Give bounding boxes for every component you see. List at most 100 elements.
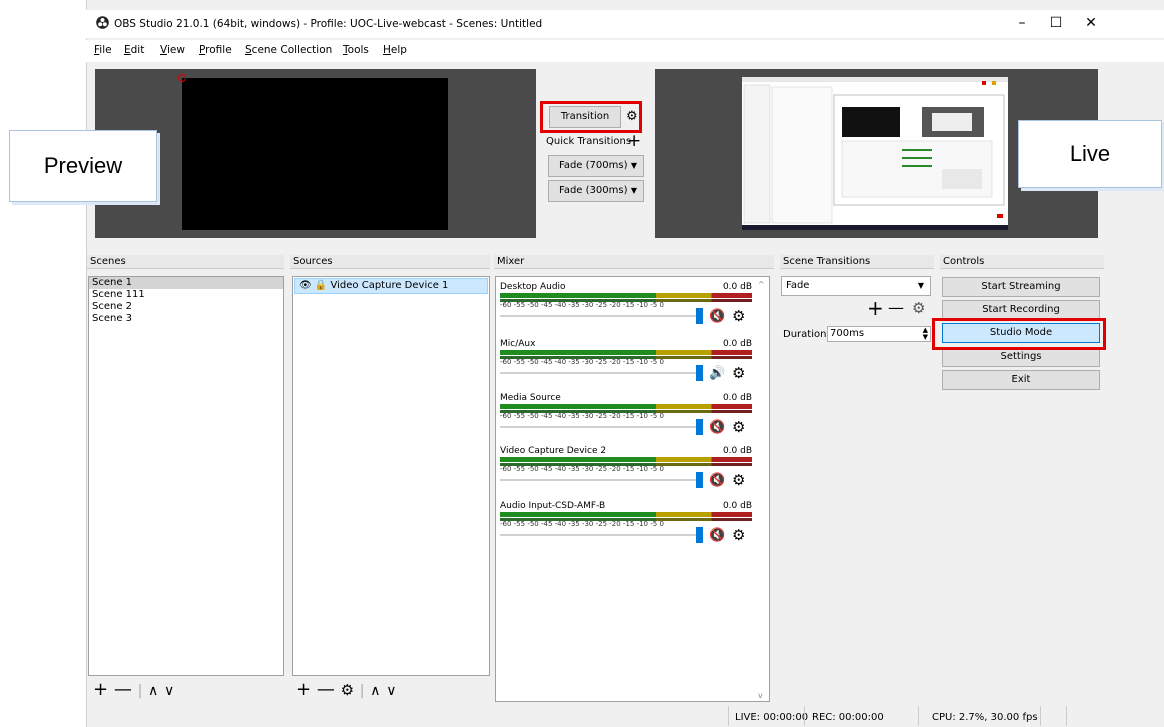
scene-item[interactable]: Scene 111 [89,289,283,301]
status-divider [804,706,805,726]
volume-slider-handle[interactable] [696,308,703,324]
menu-view[interactable]: View [160,44,185,56]
gear-icon[interactable]: ⚙ [732,471,745,489]
divider: | [359,683,365,699]
minimize-button[interactable]: – [1007,12,1037,34]
close-button[interactable]: ✕ [1076,12,1106,34]
sources-dock-title: Sources [290,255,490,269]
mixer-channel: Media Source 0.0 dB -60 -55 -50 -45 -40 … [500,393,752,443]
meter-ticks: -60 -55 -50 -45 -40 -35 -30 -25 -20 -15 … [500,520,664,528]
menu-tools[interactable]: Tools [343,44,369,56]
mixer-channel: Mic/Aux 0.0 dB -60 -55 -50 -45 -40 -35 -… [500,339,752,389]
menu-help[interactable]: Help [383,44,407,56]
duration-label: Duration [783,329,827,340]
volume-slider[interactable] [500,315,698,317]
mute-icon[interactable]: 🔇 [709,528,725,543]
volume-slider-handle[interactable] [696,419,703,435]
mixer-scrollbar[interactable]: ^ v [755,280,769,700]
lock-icon[interactable]: 🔒 [315,280,327,291]
menu-edit[interactable]: Edit [124,44,144,56]
mute-icon[interactable]: 🔇 [709,309,725,324]
live-time: LIVE: 00:00:00 [735,712,809,723]
eye-icon[interactable]: 👁 [299,280,312,291]
channel-name: Video Capture Device 2 [500,446,607,456]
channel-db: 0.0 dB [722,282,752,292]
chevron-down-icon: ▼ [917,281,924,290]
scene-item[interactable]: Scene 2 [89,301,283,313]
channel-name: Media Source [500,393,561,403]
exit-button[interactable]: Exit [942,370,1100,390]
gear-icon[interactable]: ⚙ [732,307,745,325]
chevron-up-icon[interactable]: ∧ [148,683,158,699]
transitions-dock-title: Scene Transitions [780,255,934,269]
menu-scene-collection[interactable]: Scene Collection [245,44,332,56]
plus-icon[interactable]: + [867,296,884,320]
sources-list[interactable]: 👁 🔒 Video Capture Device 1 [292,276,490,676]
volume-slider[interactable] [500,372,698,374]
scenes-toolbar: + — | ∧ ∨ [93,681,174,700]
gear-icon[interactable]: ⚙ [912,299,925,317]
channel-db: 0.0 dB [722,501,752,511]
gear-icon[interactable]: ⚙ [732,364,745,382]
settings-button[interactable]: Settings [942,347,1100,367]
quick-transition-dropdown-1[interactable]: Fade (700ms) ▼ [548,155,644,177]
menu-file[interactable]: File [94,44,112,56]
volume-meter [500,512,752,517]
quick-transition-1-label: Fade (700ms) [559,160,628,171]
gear-icon[interactable]: ⚙ [732,418,745,436]
chevron-down-icon[interactable]: ∨ [386,683,396,699]
start-recording-button[interactable]: Start Recording [942,300,1100,320]
mute-icon[interactable]: 🔇 [709,473,725,488]
quick-transition-dropdown-2[interactable]: Fade (300ms) ▼ [548,180,644,202]
plus-icon[interactable]: + [627,131,641,151]
menu-profile[interactable]: Profile [199,44,232,56]
sources-toolbar: + — ⚙ | ∧ ∨ [296,681,396,700]
mute-icon[interactable]: 🔇 [709,420,725,435]
source-handle[interactable] [178,74,186,82]
spinner-icon[interactable]: ▲ ▼ [923,327,928,341]
divider: | [137,683,143,699]
volume-slider[interactable] [500,426,698,428]
quick-transition-2-label: Fade (300ms) [559,185,628,196]
mixer-channel: Audio Input-CSD-AMF-B 0.0 dB -60 -55 -50… [500,501,752,551]
minus-icon[interactable]: — [317,679,335,700]
live-annotation: Live [1018,120,1162,188]
volume-meter [500,293,752,298]
obs-logo-icon [96,16,109,29]
chevron-down-icon[interactable]: ∨ [164,683,174,699]
maximize-button[interactable]: ☐ [1041,12,1071,34]
volume-meter [500,404,752,409]
scene-item[interactable]: Scene 1 [89,277,283,289]
chevron-down-icon[interactable]: v [758,691,763,700]
rec-time: REC: 00:00:00 [812,712,884,723]
mixer-dock-title: Mixer [494,255,774,269]
volume-slider[interactable] [500,479,698,481]
channel-db: 0.0 dB [722,339,752,349]
speaker-icon[interactable]: 🔊 [709,366,725,381]
transition-select[interactable]: Fade ▼ [781,276,931,296]
mixer-channel: Video Capture Device 2 0.0 dB -60 -55 -5… [500,446,752,496]
source-item[interactable]: 👁 🔒 Video Capture Device 1 [294,278,488,294]
chevron-down-icon: ▼ [630,161,637,170]
scenes-list[interactable]: Scene 1 Scene 111 Scene 2 Scene 3 [88,276,284,676]
chevron-up-icon[interactable]: ∧ [370,683,380,699]
plus-icon[interactable]: + [296,679,311,700]
volume-slider-handle[interactable] [696,472,703,488]
gear-icon[interactable]: ⚙ [732,526,745,544]
duration-input[interactable]: 700ms ▲ ▼ [827,326,931,342]
volume-slider-handle[interactable] [696,527,703,543]
volume-slider[interactable] [500,534,698,536]
chevron-up-icon[interactable]: ^ [758,280,765,289]
minus-icon[interactable]: — [888,298,904,317]
volume-slider-handle[interactable] [696,365,703,381]
scene-item[interactable]: Scene 3 [89,313,283,325]
volume-meter [500,457,752,462]
gear-icon[interactable]: ⚙ [341,681,354,699]
plus-icon[interactable]: + [93,679,108,700]
meter-ticks: -60 -55 -50 -45 -40 -35 -30 -25 -20 -15 … [500,465,664,473]
cpu-status: CPU: 2.7%, 30.00 fps [932,712,1038,723]
transition-highlight [540,101,642,133]
minus-icon[interactable]: — [114,679,132,700]
start-streaming-button[interactable]: Start Streaming [942,277,1100,297]
channel-db: 0.0 dB [722,446,752,456]
